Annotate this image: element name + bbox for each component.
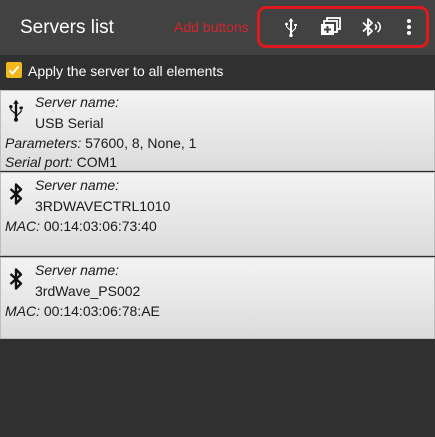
server-name-label: Server name:	[35, 94, 120, 110]
add-bluetooth-server-button[interactable]	[359, 14, 385, 40]
app-bar: Servers list Add buttons	[0, 0, 435, 55]
usb-icon	[285, 18, 297, 37]
parameters-row: Parameters: 57600, 8, None, 1	[5, 134, 196, 152]
mac-label: MAC:	[5, 218, 40, 234]
server-item-bluetooth[interactable]: Server name: 3rdWave_PS002 MAC: 00:14:03…	[0, 257, 435, 339]
serial-port-row: Serial port: COM1	[5, 153, 117, 171]
server-name-label: Server name:	[35, 177, 120, 193]
parameters-label: Parameters:	[5, 135, 82, 151]
mac-row: MAC: 00:14:03:06:73:40	[5, 217, 157, 235]
add-server-button[interactable]	[318, 14, 344, 40]
bluetooth-icon	[5, 181, 27, 207]
bluetooth-icon	[5, 266, 27, 292]
usb-icon	[5, 97, 27, 123]
add-usb-server-button[interactable]	[278, 14, 304, 40]
mac-row: MAC: 00:14:03:06:78:AE	[5, 302, 160, 320]
add-library-icon	[321, 17, 341, 35]
parameters-value: 57600, 8, None, 1	[85, 135, 197, 151]
page-title: Servers list	[20, 17, 114, 38]
apply-all-row: Apply the server to all elements	[0, 55, 435, 89]
mac-value: 00:14:03:06:73:40	[43, 218, 157, 234]
mac-label: MAC:	[5, 303, 40, 319]
serial-port-value: COM1	[76, 154, 118, 170]
check-icon	[8, 65, 20, 75]
more-vert-icon	[407, 19, 411, 35]
server-name: 3rdWave_PS002	[35, 283, 141, 299]
apply-all-checkbox[interactable]	[6, 62, 22, 78]
apply-all-label: Apply the server to all elements	[28, 63, 224, 79]
server-name: USB Serial	[35, 115, 104, 131]
mac-value: 00:14:03:06:78:AE	[43, 303, 160, 319]
server-name: 3RDWAVECTRL1010	[35, 198, 171, 214]
serial-port-label: Serial port:	[5, 154, 73, 170]
server-item-usb[interactable]: Server name: USB Serial Parameters: 5760…	[0, 90, 435, 171]
more-options-button[interactable]	[396, 14, 422, 40]
annotation-label: Add buttons	[174, 19, 249, 35]
server-name-label: Server name:	[35, 262, 120, 278]
server-item-bluetooth[interactable]: Server name: 3RDWAVECTRL1010 MAC: 00:14:…	[0, 172, 435, 256]
bluetooth-searching-icon	[362, 18, 381, 36]
